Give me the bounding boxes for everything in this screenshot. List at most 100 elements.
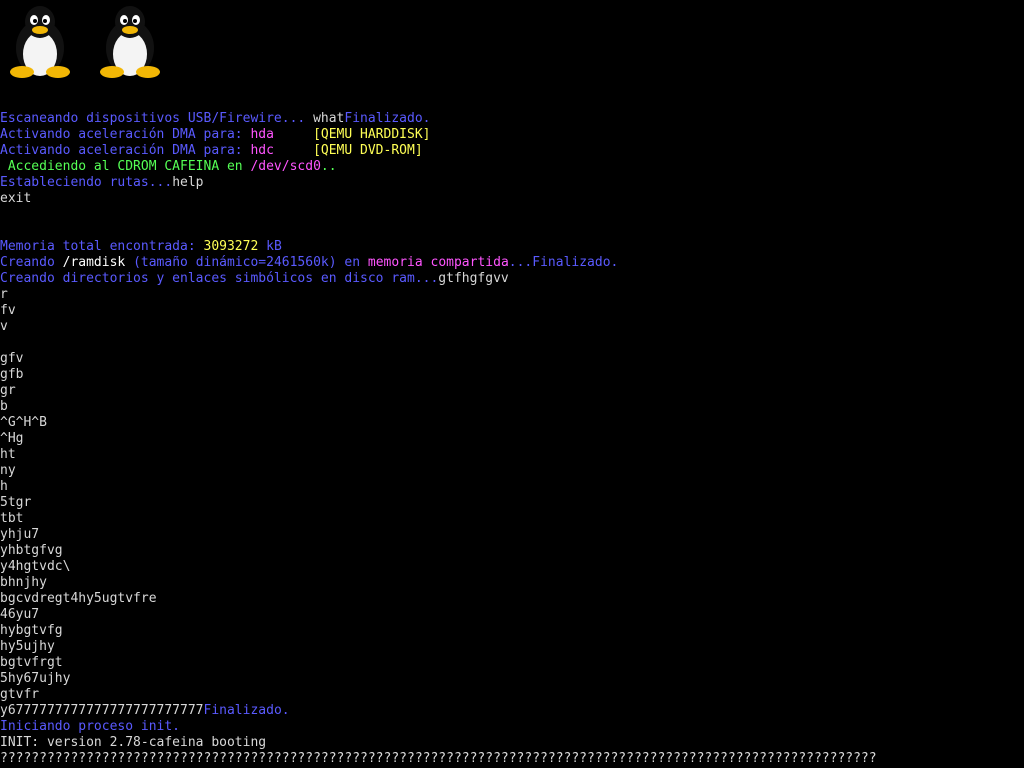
console-text-segment: Iniciando proceso init. [0, 719, 181, 734]
console-line: ^G^H^B [0, 415, 1024, 431]
console-text-segment: hy5ujhy [0, 639, 55, 654]
console-line: INIT: version 2.78-cafeina booting [0, 735, 1024, 751]
console-line: ny [0, 463, 1024, 479]
console-line: tbt [0, 511, 1024, 527]
console-line: bhnjhy [0, 575, 1024, 591]
console-line: ht [0, 447, 1024, 463]
console-text-segment: fv [0, 303, 16, 318]
console-text-segment: bgcvdregt4hy5ugtvfre [0, 591, 157, 606]
console-line: Creando directorios y enlaces simbólicos… [0, 271, 1024, 287]
console-text-segment: gr [0, 383, 16, 398]
console-text-segment: 46yu7 [0, 607, 40, 622]
console-text-segment: Accediendo al CDROM CAFEINA en [0, 159, 251, 174]
console-line: gfv [0, 351, 1024, 367]
console-text-segment: ht [0, 447, 16, 462]
console-line: hy5ujhy [0, 639, 1024, 655]
console-text-segment: INIT: version 2.78-cafeina booting [0, 735, 267, 750]
console-text-segment: (tamaño dinámico=2461560k) en [125, 255, 368, 270]
console-line: fv [0, 303, 1024, 319]
console-line: 5tgr [0, 495, 1024, 511]
console-text-segment: bhnjhy [0, 575, 47, 590]
console-line: y4hgtvdc\ [0, 559, 1024, 575]
console-line: b [0, 399, 1024, 415]
console-text-segment: Activando aceleración DMA para: [0, 143, 251, 158]
console-text-segment: yhju7 [0, 527, 40, 542]
console-text-segment: Creando [0, 255, 63, 270]
console-text-segment: 5hy67ujhy [0, 671, 71, 686]
console-text-segment: ...Finalizado. [508, 255, 619, 270]
console-line: Accediendo al CDROM CAFEINA en /dev/scd0… [0, 159, 1024, 175]
console-text-segment: Memoria total encontrada: [0, 239, 204, 254]
console-line: y6777777777777777777777777Finalizado. [0, 703, 1024, 719]
console-text-segment: ^Hg [0, 431, 24, 446]
console-line: Creando /ramdisk (tamaño dinámico=246156… [0, 255, 1024, 271]
console-text-segment: gfb [0, 367, 24, 382]
console-line: ????????????????????????????????????????… [0, 751, 1024, 767]
console-text-segment: 5tgr [0, 495, 32, 510]
console-text-segment: [QEMU DVD-ROM] [273, 143, 423, 158]
console-text-segment: [QEMU HARDDISK] [273, 127, 431, 142]
console-text-segment: /dev/scd0 [250, 159, 321, 174]
console-text-segment: what [313, 111, 345, 126]
console-text-segment: h [0, 479, 8, 494]
console-line: h [0, 479, 1024, 495]
tux-penguin-icon [10, 6, 70, 78]
console-line: r [0, 287, 1024, 303]
console-line: Memoria total encontrada: 3093272 kB [0, 239, 1024, 255]
console-line: yhju7 [0, 527, 1024, 543]
console-text-segment: b [0, 399, 8, 414]
console-line: yhbtgfvg [0, 543, 1024, 559]
console-line: Activando aceleración DMA para: hda [QEM… [0, 127, 1024, 143]
console-text-segment: gfv [0, 351, 24, 366]
console-text-segment: yhbtgfvg [0, 543, 63, 558]
console-line: bgtvfrgt [0, 655, 1024, 671]
console-text-segment: hda [250, 127, 274, 142]
console-text-segment: Finalizado. [203, 703, 290, 718]
console-text-segment: 3093272 [203, 239, 259, 254]
console-text-segment: Escaneando dispositivos USB/Firewire... [0, 111, 314, 126]
console-line: exit [0, 191, 1024, 207]
console-text-segment: gtfhgfgvv [438, 271, 509, 286]
console-line: ^Hg [0, 431, 1024, 447]
console-line: bgcvdregt4hy5ugtvfre [0, 591, 1024, 607]
console-text-segment: hybgtvfg [0, 623, 63, 638]
console-text-segment: ny [0, 463, 16, 478]
console-text-segment: tbt [0, 511, 24, 526]
console-line: v [0, 319, 1024, 335]
console-text-segment: exit [0, 191, 32, 206]
console-text-segment: y4hgtvdc\ [0, 559, 71, 574]
console-line: gfb [0, 367, 1024, 383]
tux-penguin-icon [100, 6, 160, 78]
console-text-segment: /ramdisk [62, 255, 126, 270]
console-line: gtvfr [0, 687, 1024, 703]
console-text-segment: v [0, 319, 8, 334]
console-text-segment: .. [320, 159, 337, 174]
console-text-segment: r [0, 287, 8, 302]
console-line: Escaneando dispositivos USB/Firewire... … [0, 111, 1024, 127]
console-text-segment: Finalizado. [344, 111, 431, 126]
console-text-segment: Activando aceleración DMA para: [0, 127, 251, 142]
boot-logo-bar [6, 2, 164, 82]
console-line: 46yu7 [0, 607, 1024, 623]
boot-console-output: Escaneando dispositivos USB/Firewire... … [0, 111, 1024, 767]
console-line: 5hy67ujhy [0, 671, 1024, 687]
console-line: Estableciendo rutas...help [0, 175, 1024, 191]
console-text-segment: help [172, 175, 204, 190]
console-text-segment: ????????????????????????????????????????… [0, 751, 877, 766]
console-line: Iniciando proceso init. [0, 719, 1024, 735]
console-text-segment: y6777777777777777777777777 [0, 703, 204, 718]
console-text-segment: gtvfr [0, 687, 40, 702]
console-line: hybgtvfg [0, 623, 1024, 639]
console-text-segment: hdc [250, 143, 274, 158]
console-text-segment: kB [258, 239, 282, 254]
console-text-segment: ^G^H^B [0, 415, 47, 430]
console-text-segment: Estableciendo rutas... [0, 175, 173, 190]
console-text-segment: memoria compartida [367, 255, 509, 270]
console-text-segment: Creando directorios y enlaces simbólicos… [0, 271, 439, 286]
console-line: gr [0, 383, 1024, 399]
console-text-segment: bgtvfrgt [0, 655, 63, 670]
console-line: Activando aceleración DMA para: hdc [QEM… [0, 143, 1024, 159]
